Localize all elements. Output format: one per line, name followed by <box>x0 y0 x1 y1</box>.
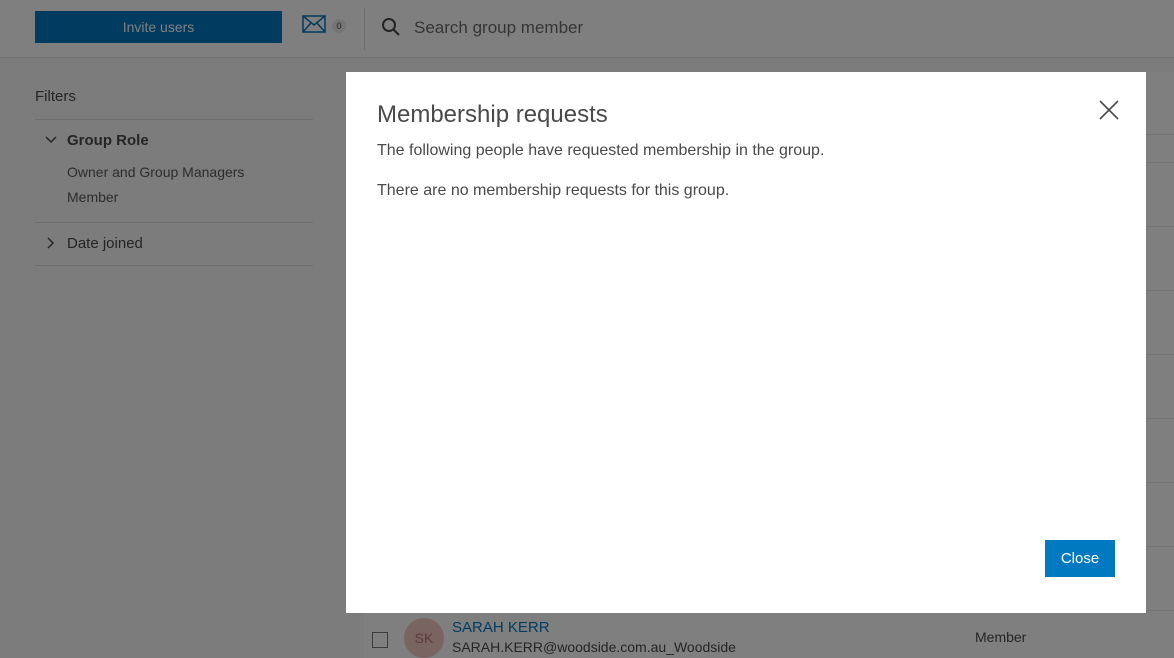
empty-state-message: There are no membership requests for thi… <box>377 182 730 199</box>
dialog-title: Membership requests <box>377 101 608 128</box>
dialog-description: The following people have requested memb… <box>377 142 825 159</box>
membership-requests-dialog: Membership requests The following people… <box>346 72 1146 613</box>
group-members-page: Invite users 0 Filters <box>0 0 1174 658</box>
close-button[interactable]: Close <box>1045 540 1115 577</box>
close-icon[interactable] <box>1096 97 1122 123</box>
